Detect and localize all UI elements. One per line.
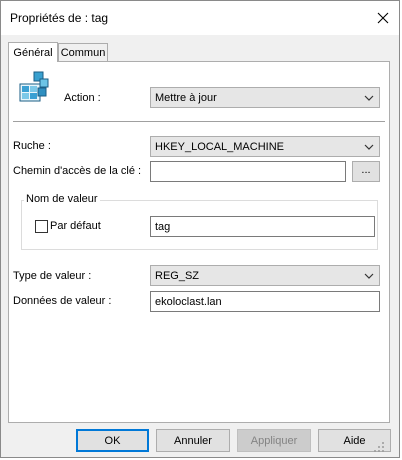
value-data-value: ekoloclast.lan xyxy=(155,296,222,308)
title-bar: Propriétés de : tag xyxy=(1,1,399,35)
cancel-button[interactable]: Annuler xyxy=(156,429,230,452)
browse-button[interactable]: ... xyxy=(352,161,380,182)
hive-value: HKEY_LOCAL_MACHINE xyxy=(155,141,284,153)
key-path-input[interactable] xyxy=(150,161,346,182)
tab-common[interactable]: Commun xyxy=(58,43,108,62)
dialog-window: Propriétés de : tag Général Commun Actio… xyxy=(0,0,400,458)
value-type-value: REG_SZ xyxy=(155,270,200,282)
action-label: Action : xyxy=(64,92,101,104)
chevron-down-icon xyxy=(364,273,374,279)
close-icon xyxy=(377,12,389,24)
chevron-down-icon xyxy=(364,95,374,101)
hive-label: Ruche : xyxy=(13,140,51,152)
value-name-value: tag xyxy=(155,221,171,233)
action-dropdown[interactable]: Mettre à jour xyxy=(150,87,380,108)
separator xyxy=(13,121,385,122)
value-type-label: Type de valeur : xyxy=(13,270,92,282)
default-checkbox[interactable] xyxy=(35,220,48,233)
hive-dropdown[interactable]: HKEY_LOCAL_MACHINE xyxy=(150,136,380,157)
ok-button[interactable]: OK xyxy=(76,429,149,452)
resize-grip-icon[interactable] xyxy=(373,441,385,453)
default-checkbox-label[interactable]: Par défaut xyxy=(50,220,101,232)
value-data-label: Données de valeur : xyxy=(13,295,112,307)
action-value: Mettre à jour xyxy=(155,92,217,104)
close-button[interactable] xyxy=(369,5,397,31)
value-name-input[interactable]: tag xyxy=(150,216,375,237)
general-tab-panel: Action : Mettre à jour Ruche : HKEY_LOCA… xyxy=(8,61,390,423)
value-name-group-title: Nom de valeur xyxy=(24,193,100,205)
key-path-label: Chemin d'accès de la clé : xyxy=(13,165,142,177)
chevron-down-icon xyxy=(364,144,374,150)
window-title: Propriétés de : tag xyxy=(10,11,109,25)
apply-button[interactable]: Appliquer xyxy=(237,429,311,452)
value-type-dropdown[interactable]: REG_SZ xyxy=(150,265,380,286)
value-data-input[interactable]: ekoloclast.lan xyxy=(150,291,380,312)
tab-general[interactable]: Général xyxy=(8,42,58,62)
registry-icon xyxy=(19,71,49,102)
